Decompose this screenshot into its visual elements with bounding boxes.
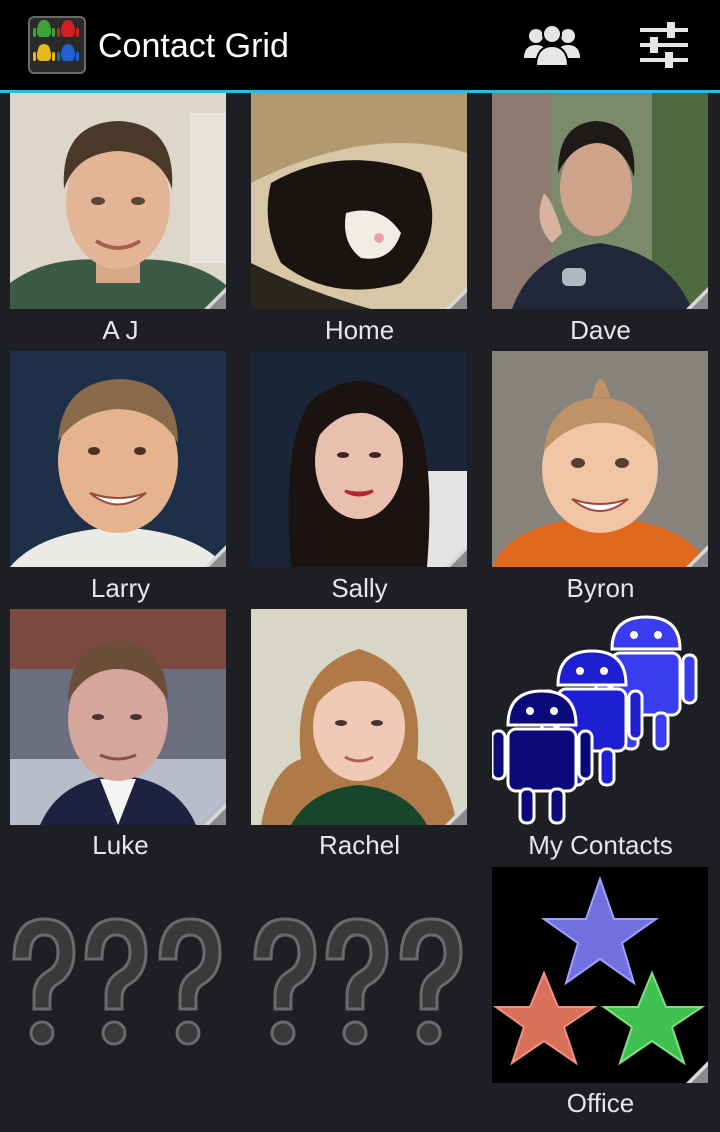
contact-name: Larry [90,573,151,603]
contact-photo [251,609,467,825]
unknown-question-marks-icon [12,917,222,1046]
contact-photo [492,93,708,309]
contact-name: A J [102,315,139,345]
contact-name: Home [324,315,395,345]
settings-button[interactable] [631,12,697,78]
contact-corner-indicator-inner [691,1066,708,1083]
contact-tile[interactable] [251,93,467,309]
contact-photo [10,609,226,825]
contact-corner-indicator-inner [209,292,226,309]
contact-corner-indicator-inner [691,292,708,309]
contact-tile[interactable] [10,93,226,309]
contact-photo [492,351,708,567]
people-button[interactable] [519,12,585,78]
contact-tile[interactable] [10,867,226,1083]
contact-grid: A J Home Dave Larry Sally Byron Luke Rac… [0,93,720,1132]
contact-tile[interactable] [251,867,467,1083]
people-group-icon [524,24,580,67]
contact-photo [251,351,467,567]
android-robots-icon [492,615,698,825]
contact-photo [251,93,467,309]
contact-corner-indicator-inner [691,550,708,567]
sliders-settings-icon [640,22,688,68]
contact-corner-indicator-inner [450,292,467,309]
contact-tile[interactable] [492,609,708,825]
contact-name: Office [566,1088,635,1118]
action-bar: Contact Grid [0,0,720,90]
contact-tile[interactable] [492,351,708,567]
unknown-question-marks-icon [253,917,463,1046]
contact-name: Dave [570,315,631,345]
contact-corner-indicator-inner [450,808,467,825]
contact-name: Byron [566,573,635,603]
app-icon[interactable] [28,16,86,74]
contact-tile[interactable] [10,351,226,567]
contact-name: Sally [331,573,388,603]
contact-corner-indicator-inner [209,808,226,825]
contact-corner-indicator-inner [209,550,226,567]
app-title: Contact Grid [98,27,289,65]
contact-corner-indicator-inner [450,550,467,567]
contact-photo [10,351,226,567]
stars-icon [492,867,708,1083]
contact-tile[interactable] [251,351,467,567]
contact-name: My Contacts [528,830,673,860]
contact-tile[interactable] [10,609,226,825]
contact-tile[interactable] [251,609,467,825]
contact-tile[interactable] [492,93,708,309]
android-robots-icon [33,20,79,61]
contact-photo [10,93,226,309]
contact-tile[interactable] [492,867,708,1083]
contact-name: Rachel [319,830,400,860]
contact-name: Luke [92,830,149,860]
